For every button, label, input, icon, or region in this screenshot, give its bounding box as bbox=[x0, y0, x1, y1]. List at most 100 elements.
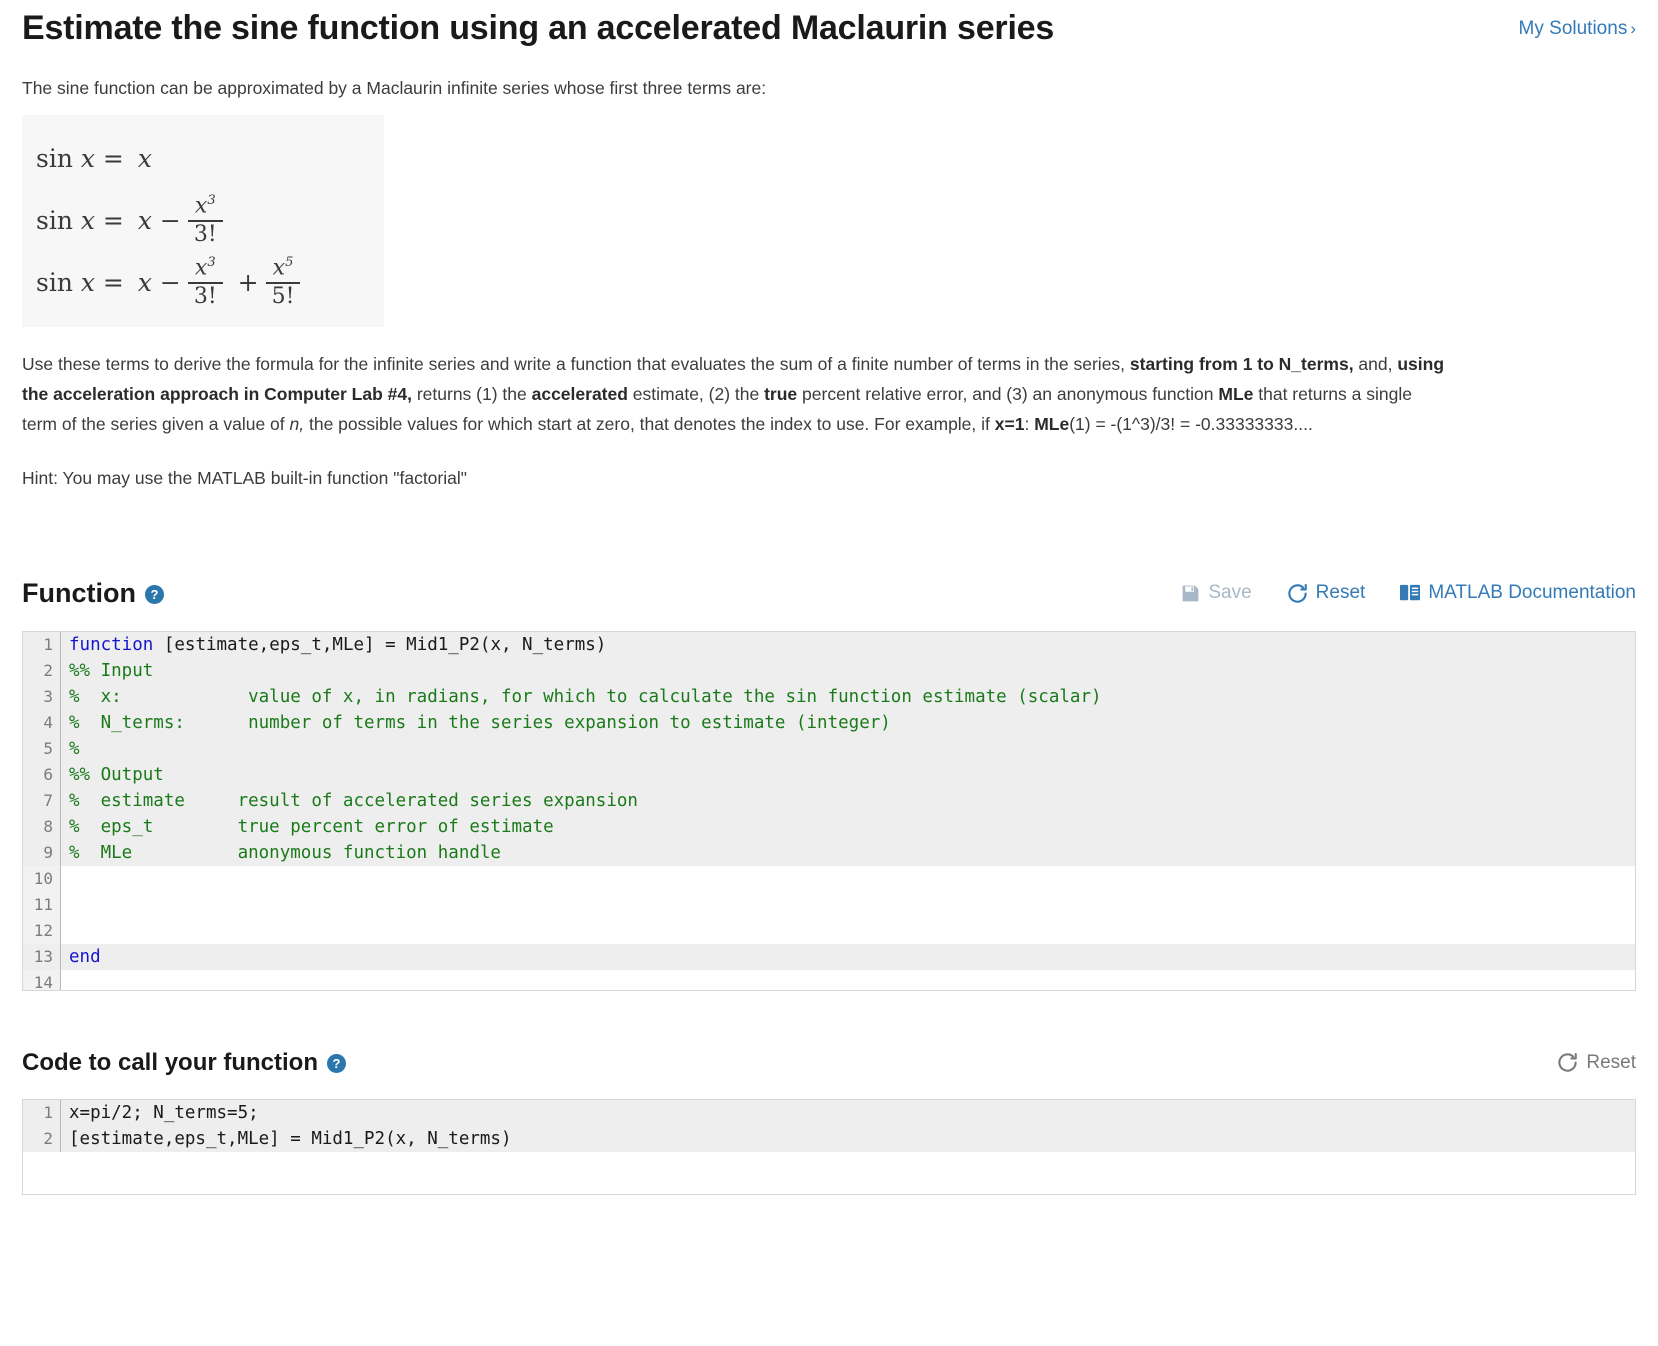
my-solutions-label: My Solutions bbox=[1518, 18, 1628, 39]
code-line-text[interactable] bbox=[61, 892, 1635, 918]
call-section-title: Code to call your function ? bbox=[22, 1049, 347, 1077]
code-token: %% Input bbox=[69, 660, 154, 681]
code-line[interactable]: 3 % x: value of x, in radians, for which … bbox=[23, 683, 1635, 710]
code-line-text[interactable]: % x: value of x, in radians, for which t… bbox=[61, 683, 1635, 710]
my-solutions-link[interactable]: My Solutions › bbox=[1519, 18, 1636, 40]
function-section-header: Function ? Save Reset MATLAB Documentati… bbox=[0, 578, 1658, 609]
description-fragment-6: estimate, (2) the bbox=[627, 384, 765, 405]
line-number: 3 bbox=[23, 683, 61, 710]
line-number: 11 bbox=[23, 891, 61, 918]
line-number: 4 bbox=[23, 709, 61, 736]
description-body: Use these terms to derive the formula fo… bbox=[22, 349, 1450, 439]
code-token: % MLe anonymous function handle bbox=[69, 842, 501, 863]
code-token: % bbox=[69, 738, 80, 759]
code-line[interactable]: 5% bbox=[23, 735, 1635, 762]
code-token: end bbox=[69, 946, 101, 967]
function-title-text: Function bbox=[22, 577, 136, 608]
reset-call-button-label: Reset bbox=[1586, 1051, 1636, 1073]
code-line-text[interactable] bbox=[61, 866, 1635, 892]
code-line[interactable]: 9 % MLe anonymous function handle bbox=[23, 839, 1635, 866]
line-number: 6 bbox=[23, 761, 61, 788]
book-documentation-icon bbox=[1399, 583, 1421, 603]
code-line-text[interactable] bbox=[61, 970, 1635, 990]
description-intro: The sine function can be approximated by… bbox=[22, 77, 767, 98]
description-fragment-5: accelerated bbox=[531, 384, 628, 405]
fraction-x3-3fact: x3 3! bbox=[187, 194, 223, 245]
help-circle-icon-call[interactable]: ? bbox=[327, 1054, 347, 1074]
line-number: 1 bbox=[23, 631, 61, 658]
code-line[interactable]: 2 %% Input bbox=[23, 657, 1635, 684]
code-line[interactable]: 10 bbox=[23, 865, 1635, 892]
code-line-text[interactable]: end bbox=[61, 943, 1635, 970]
code-line[interactable]: 7 % estimate result of accelerated series… bbox=[23, 787, 1635, 814]
code-line[interactable]: 1 x=pi/2; N_terms=5; bbox=[23, 1099, 1635, 1126]
description-fragment-7: true bbox=[764, 384, 798, 405]
reset-button[interactable]: Reset bbox=[1286, 582, 1366, 605]
code-line-text[interactable]: function [estimate,eps_t,MLe] = Mid1_P2(… bbox=[61, 631, 1635, 658]
formula-line-3: sin x = x − x3 3! + x5 5! bbox=[36, 251, 374, 313]
code-line-text[interactable]: x=pi/2; N_terms=5; bbox=[61, 1099, 1635, 1126]
code-line-text[interactable]: % N_terms: number of terms in the series… bbox=[61, 709, 1635, 736]
call-section-header: Code to call your function ? Reset bbox=[0, 1049, 1658, 1077]
line-number: 2 bbox=[23, 1125, 61, 1152]
code-line[interactable]: 14 bbox=[23, 969, 1635, 990]
function-code-editor[interactable]: 1 function [estimate,eps_t,MLe] = Mid1_P2… bbox=[22, 630, 1636, 991]
description-fragment-0: Use these terms to derive the formula fo… bbox=[22, 354, 1130, 375]
code-line-text[interactable]: [estimate,eps_t,MLe] = Mid1_P2(x, N_term… bbox=[61, 1125, 1635, 1152]
reset-call-button[interactable]: Reset bbox=[1556, 1051, 1636, 1074]
code-line[interactable]: 4 % N_terms: number of terms in the serie… bbox=[23, 709, 1635, 736]
description-hint: Hint: You may use the MATLAB built-in fu… bbox=[22, 468, 467, 489]
description-fragment-4: returns (1) the bbox=[411, 384, 532, 405]
save-button[interactable]: Save bbox=[1180, 582, 1252, 604]
description-fragment-1: starting from 1 to N_terms, bbox=[1129, 354, 1354, 375]
code-line[interactable]: 12 bbox=[23, 917, 1635, 944]
code-line-text[interactable] bbox=[61, 918, 1635, 944]
line-number: 1 bbox=[23, 1099, 61, 1126]
line-number: 10 bbox=[23, 865, 61, 892]
line-number: 7 bbox=[23, 787, 61, 814]
save-button-label: Save bbox=[1208, 582, 1252, 604]
refresh-reset-icon-call bbox=[1556, 1051, 1579, 1074]
description-fragment-14: : bbox=[1024, 414, 1035, 435]
floppy-disk-save-icon bbox=[1180, 583, 1201, 604]
problem-page: Estimate the sine function using an acce… bbox=[0, 0, 1658, 1346]
description-fragment-12: the possible values for which start at z… bbox=[304, 414, 995, 435]
line-number: 14 bbox=[23, 969, 61, 990]
code-line-text[interactable]: % eps_t true percent error of estimate bbox=[61, 813, 1635, 840]
formula-line-1: sin x = x bbox=[36, 143, 152, 173]
chevron-right-icon: › bbox=[1630, 19, 1636, 38]
page-header: Estimate the sine function using an acce… bbox=[0, 0, 1658, 49]
code-line-text[interactable]: % MLe anonymous function handle bbox=[61, 839, 1635, 866]
code-line[interactable]: 1 function [estimate,eps_t,MLe] = Mid1_P2… bbox=[23, 631, 1635, 658]
code-token: x=pi/2; N_terms=5; bbox=[69, 1102, 259, 1123]
formula-line-2: sin x = x − x3 3! bbox=[36, 189, 374, 251]
matlab-documentation-button[interactable]: MATLAB Documentation bbox=[1399, 582, 1636, 604]
line-number: 2 bbox=[23, 657, 61, 684]
description-fragment-13: x=1 bbox=[994, 414, 1025, 435]
fraction-x5-5fact: x5 5! bbox=[265, 256, 301, 307]
code-line[interactable]: 6 %% Output bbox=[23, 761, 1635, 788]
function-section-title: Function ? bbox=[22, 578, 164, 609]
description-fragment-11: n, bbox=[289, 414, 305, 435]
function-toolbar: Save Reset MATLAB Documentation bbox=[1180, 582, 1636, 605]
code-line-text[interactable]: %% Input bbox=[61, 657, 1635, 684]
code-line-text[interactable]: % estimate result of accelerated series … bbox=[61, 787, 1635, 814]
maclaurin-formula-image: sin x = x sin x = x − x3 3! sin x = x − … bbox=[22, 115, 384, 328]
code-line-text[interactable]: %% Output bbox=[61, 761, 1635, 788]
line-number: 12 bbox=[23, 917, 61, 944]
code-token: % eps_t true percent error of estimate bbox=[69, 816, 554, 837]
code-line[interactable]: 13 end bbox=[23, 943, 1635, 970]
line-number: 5 bbox=[23, 735, 61, 762]
code-token: %% Output bbox=[69, 764, 164, 785]
code-line[interactable]: 8 % eps_t true percent error of estimate bbox=[23, 813, 1635, 840]
line-number: 9 bbox=[23, 839, 61, 866]
fraction-x3-3fact-2: x3 3! bbox=[187, 256, 223, 307]
reset-button-label: Reset bbox=[1315, 582, 1366, 604]
code-line-text[interactable]: % bbox=[61, 735, 1635, 762]
help-circle-icon[interactable]: ? bbox=[144, 584, 164, 604]
call-toolbar: Reset bbox=[1556, 1051, 1636, 1074]
code-token: % estimate result of accelerated series … bbox=[69, 790, 638, 811]
code-line[interactable]: 11 bbox=[23, 891, 1635, 918]
code-line[interactable]: 2 [estimate,eps_t,MLe] = Mid1_P2(x, N_ter… bbox=[23, 1125, 1635, 1152]
call-code-editor[interactable]: 1 x=pi/2; N_terms=5; 2 [estimate,eps_t,MLe]… bbox=[22, 1098, 1636, 1195]
